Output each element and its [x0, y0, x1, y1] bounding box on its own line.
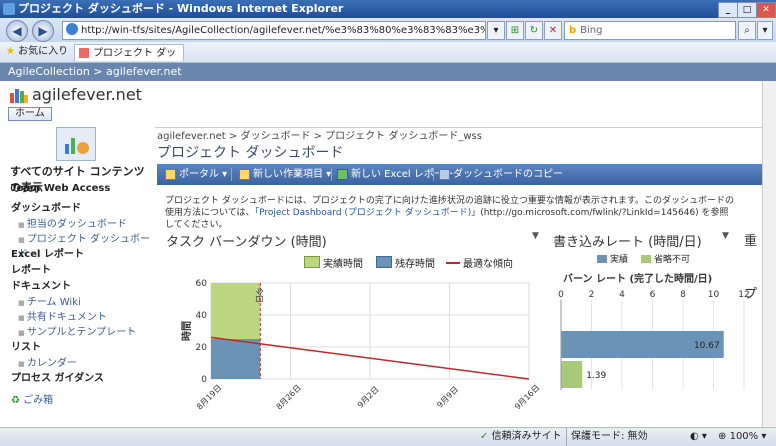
status-zone-label: 信頼済みサイト	[491, 431, 562, 442]
burndown-x-tick: 8月19日	[195, 383, 223, 411]
burnrate-x-tick: 2	[589, 290, 595, 300]
burnrate-actual-label: 10.67	[694, 341, 720, 351]
burndown-y-tick: 20	[196, 343, 208, 353]
burnrate-required-bar	[561, 361, 583, 388]
burndown-x-tick: 9月16日	[513, 383, 541, 411]
burndown-x-tick: 8月26日	[274, 383, 302, 411]
status-icons[interactable]: ◐ ▾	[690, 428, 707, 446]
status-bar: ✓ 信頼済みサイト 保護モード: 無効 ◐ ▾ ⊕ 100% ▾	[0, 427, 776, 446]
burnrate-x-tick: 6	[650, 290, 656, 300]
burndown-y-tick: 0	[201, 375, 207, 385]
today-marker-label: 今日	[254, 287, 264, 303]
trusted-check-icon: ✓	[480, 431, 489, 442]
zoom-level: 100%	[729, 431, 759, 442]
burnrate-x-tick: 12	[738, 290, 749, 300]
status-protected: 保護モード: 無効	[566, 428, 648, 446]
actual-hours-bar	[211, 283, 261, 339]
burndown-x-tick: 9月2日	[356, 385, 381, 410]
zoom-control[interactable]: ⊕ 100% ▾	[718, 428, 766, 446]
charts-canvas: 0 20 40 60 8月19日 8月26日 9月2日 9月9日 9月16日 時間 今日 0 2 4 6 8 1…	[180, 279, 750, 411]
burnrate-x-tick: 10	[708, 290, 720, 300]
remaining-hours-bar	[211, 339, 261, 379]
burnrate-x-tick: 0	[558, 290, 564, 300]
burndown-y-axis-label: 時間	[180, 321, 193, 341]
burnrate-x-tick: 8	[680, 290, 686, 300]
burnrate-x-tick: 4	[619, 290, 625, 300]
burndown-y-tick: 60	[196, 279, 208, 289]
status-zone: ✓ 信頼済みサイト	[480, 428, 562, 446]
zoom-icon: ⊕	[718, 431, 727, 442]
burndown-x-tick: 9月9日	[435, 385, 460, 410]
burnrate-required-label: 1.39	[586, 371, 606, 381]
page-scrollbar[interactable]	[762, 81, 776, 427]
burndown-y-tick: 40	[196, 311, 208, 321]
